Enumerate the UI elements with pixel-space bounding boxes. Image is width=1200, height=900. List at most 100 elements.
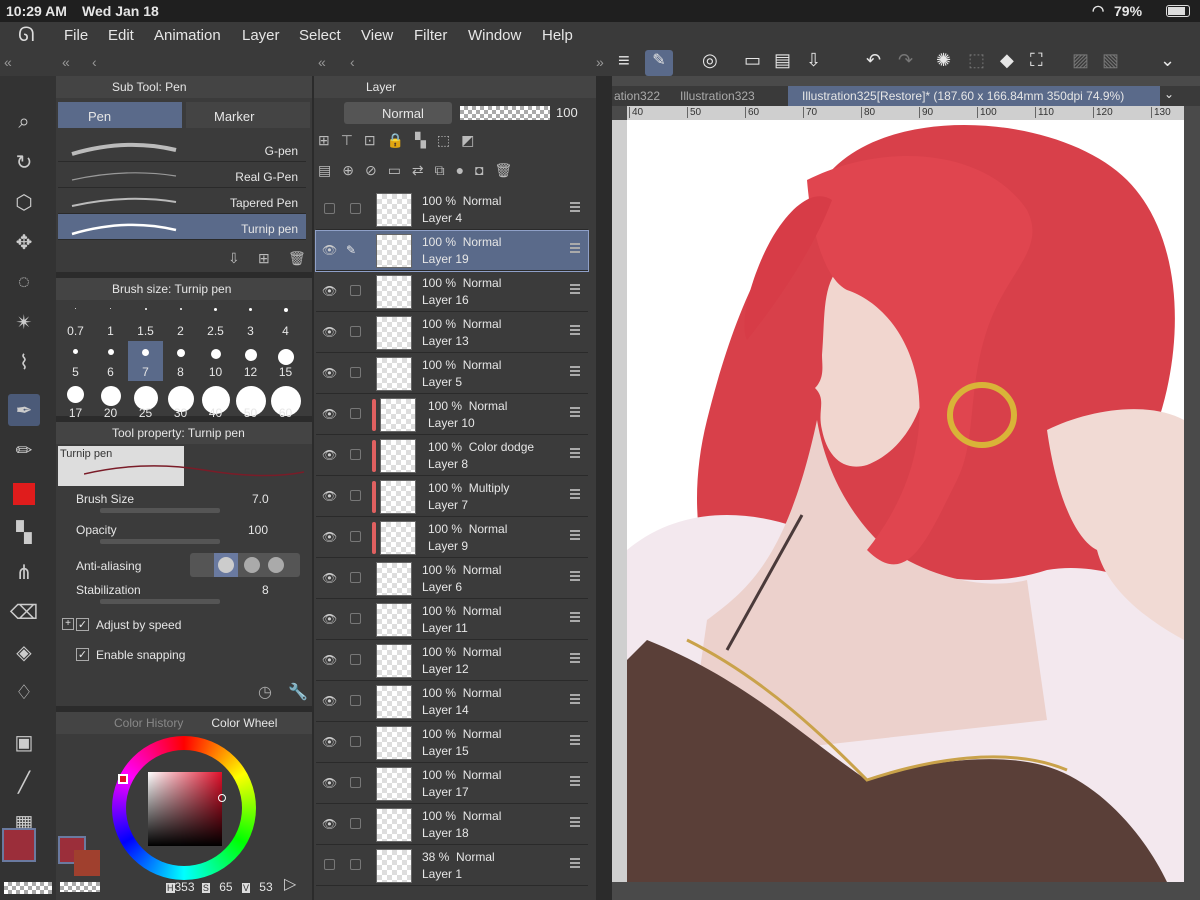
magic-wand-icon[interactable]: ✴: [8, 306, 40, 338]
chevron-down-icon[interactable]: ⌄: [1160, 50, 1175, 71]
brush-size-option[interactable]: 10: [198, 341, 233, 381]
brush-size-option[interactable]: 2.5: [198, 300, 233, 340]
layer-row[interactable]: 👁 100 % Normal Layer 6: [316, 559, 588, 599]
play-icon[interactable]: ▷: [284, 874, 296, 894]
menu-edit[interactable]: Edit: [108, 27, 134, 44]
open-folder-icon[interactable]: ▤: [774, 50, 791, 71]
fill-icon[interactable]: ◆: [1000, 50, 1014, 71]
menu-filter[interactable]: Filter: [414, 27, 447, 44]
drag-handle-icon[interactable]: [570, 776, 580, 786]
layer-row[interactable]: 38 % Normal Layer 1: [316, 846, 588, 886]
edit-checkbox[interactable]: [350, 531, 361, 542]
brush-size-option[interactable]: 12: [233, 341, 268, 381]
saturation-value-square[interactable]: [148, 772, 222, 846]
sub-color-swatch[interactable]: [74, 850, 100, 876]
object-icon[interactable]: ⬡: [8, 186, 40, 218]
drag-handle-icon[interactable]: [570, 489, 580, 499]
checkbox-checked-icon[interactable]: ✓: [76, 648, 89, 661]
brush-size-option[interactable]: 30: [163, 382, 198, 422]
layer-row[interactable]: 👁 100 % Normal Layer 5: [316, 354, 588, 394]
chevron-left-icon[interactable]: ‹: [92, 54, 97, 70]
line-icon[interactable]: ╱: [8, 766, 40, 798]
eye-icon[interactable]: 👁: [322, 612, 337, 626]
brush-size-option[interactable]: 5: [58, 341, 93, 381]
doc-tab[interactable]: ation322: [614, 89, 660, 103]
drag-handle-icon[interactable]: [570, 284, 580, 294]
edit-checkbox[interactable]: [350, 367, 361, 378]
pen-icon[interactable]: ✒: [8, 394, 40, 426]
drag-handle-icon[interactable]: [570, 694, 580, 704]
layer-row[interactable]: 👁 100 % Normal Layer 16: [316, 272, 588, 312]
duplicate-icon[interactable]: ⊞: [258, 250, 270, 267]
pen-tool-icon[interactable]: ✎: [645, 50, 673, 76]
rotate-icon[interactable]: ↻: [8, 146, 40, 178]
stab-slider[interactable]: [100, 599, 220, 604]
layer-row[interactable]: 100 % Normal Layer 4: [316, 190, 588, 230]
layer-row[interactable]: 👁 ✎ 100 % Normal Layer 19: [315, 230, 589, 272]
layer-row[interactable]: 👁 100 % Normal Layer 15: [316, 723, 588, 763]
main-color-swatch[interactable]: [2, 828, 36, 862]
tab-pen[interactable]: Pen: [58, 102, 182, 128]
drag-handle-icon[interactable]: [570, 653, 580, 663]
edit-checkbox[interactable]: [350, 408, 361, 419]
gradient-icon[interactable]: ▣: [8, 726, 40, 758]
eye-icon[interactable]: 👁: [322, 284, 337, 298]
brush-size-option[interactable]: 17: [58, 382, 93, 422]
brush-size-option[interactable]: 3: [233, 300, 268, 340]
brush-size-option[interactable]: 0.7: [58, 300, 93, 340]
aa-options[interactable]: [190, 553, 300, 577]
select-icon[interactable]: ⬚: [968, 50, 985, 71]
wrench-icon[interactable]: 🔧: [288, 682, 308, 702]
layer-row[interactable]: 👁 100 % Normal Layer 11: [316, 600, 588, 640]
menu-view[interactable]: View: [361, 27, 393, 44]
layer-row[interactable]: 👁 100 % Normal Layer 10: [316, 395, 588, 435]
target-icon[interactable]: ◎: [702, 50, 718, 71]
visibility-checkbox[interactable]: [324, 859, 335, 870]
edit-checkbox[interactable]: [350, 490, 361, 501]
app-logo-icon[interactable]: ᘏ: [18, 24, 35, 47]
menu-file[interactable]: File: [64, 27, 88, 44]
transparent-swatch[interactable]: [4, 882, 52, 894]
undo-icon[interactable]: ↶: [866, 50, 881, 71]
layer-row[interactable]: 👁 100 % Normal Layer 14: [316, 682, 588, 722]
doc-tab[interactable]: Illustration323: [680, 89, 755, 103]
edit-checkbox[interactable]: [350, 326, 361, 337]
eye-icon[interactable]: 👁: [322, 407, 337, 421]
layer-row[interactable]: 👁 100 % Normal Layer 13: [316, 313, 588, 353]
loading-icon[interactable]: ✺: [936, 50, 951, 71]
collapse-left-icon[interactable]: «: [4, 54, 12, 70]
tab-marker[interactable]: Marker: [186, 102, 310, 128]
drag-handle-icon[interactable]: [570, 612, 580, 622]
eyedropper-icon[interactable]: ⌇: [8, 346, 40, 378]
eye-icon[interactable]: 👁: [322, 817, 337, 831]
new-file-icon[interactable]: ▭: [744, 50, 761, 71]
brush-size-option[interactable]: 4: [268, 300, 303, 340]
eye-icon[interactable]: 👁: [322, 735, 337, 749]
opacity-slider[interactable]: [460, 106, 550, 120]
edit-checkbox[interactable]: [350, 285, 361, 296]
menu-animation[interactable]: Animation: [154, 27, 221, 44]
hamburger-icon[interactable]: ≡: [618, 50, 630, 73]
brush-icon[interactable]: [8, 478, 40, 510]
eye-icon[interactable]: 👁: [322, 325, 337, 339]
layer-tools-row-2[interactable]: ▤⊕⊘▭⇄⧉●◘🗑: [318, 162, 592, 184]
drag-handle-icon[interactable]: [570, 243, 580, 253]
eye-icon[interactable]: 👁: [322, 694, 337, 708]
layer-tools-row-1[interactable]: ⊞⊤⊡🔒▚⬚◩: [318, 132, 592, 154]
invert-icon[interactable]: ▧: [1102, 50, 1119, 71]
edit-checkbox[interactable]: [350, 449, 361, 460]
eye-icon[interactable]: 👁: [322, 653, 337, 667]
export-icon[interactable]: ⇩: [806, 50, 821, 71]
brush-size-option[interactable]: 1: [93, 300, 128, 340]
brush-size-option[interactable]: 7: [128, 341, 163, 381]
eye-icon[interactable]: 👁: [322, 448, 337, 462]
layer-row[interactable]: 👁 100 % Color dodge Layer 8: [316, 436, 588, 476]
transparent-swatch[interactable]: [60, 882, 100, 892]
drag-handle-icon[interactable]: [570, 202, 580, 212]
layer-row[interactable]: 👁 100 % Multiply Layer 7: [316, 477, 588, 517]
layer-row[interactable]: 👁 100 % Normal Layer 18: [316, 805, 588, 845]
expand-icon[interactable]: »: [596, 54, 604, 70]
eye-icon[interactable]: 👁: [322, 366, 337, 380]
blend-icon[interactable]: ♢: [8, 676, 40, 708]
brush-size-option[interactable]: 1.5: [128, 300, 163, 340]
